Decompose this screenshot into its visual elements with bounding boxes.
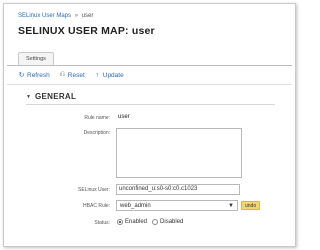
selinux-user-label: SELinux User: <box>78 187 110 193</box>
refresh-label: Refresh <box>27 71 50 79</box>
description-label: Description: <box>83 130 110 136</box>
update-label: Update <box>102 71 124 79</box>
reset-label: Reset <box>67 71 85 79</box>
status-option-enabled[interactable]: Enabled <box>117 219 147 225</box>
breadcrumb-current: user <box>81 13 94 19</box>
hbac-rule-select[interactable]: web_admin ▼ <box>116 200 238 211</box>
description-textarea[interactable] <box>116 128 242 178</box>
status-label: Status: <box>94 220 110 226</box>
toolbar-divider <box>7 84 292 85</box>
breadcrumb-separator: » <box>74 13 79 19</box>
hbac-rule-selected-value: web_admin <box>120 202 151 209</box>
selinux-user-input[interactable]: unconfined_u:s0-s0:c0.c1023 <box>116 184 240 195</box>
caret-down-icon: ▼ <box>228 202 234 209</box>
radio-disabled-icon[interactable] <box>152 219 159 225</box>
radio-enabled-icon[interactable] <box>117 219 123 225</box>
rule-name-label: Rule name: <box>84 115 110 121</box>
refresh-icon: ↻ <box>18 72 25 79</box>
status-option-disabled[interactable]: Disabled <box>152 219 183 225</box>
rule-name-value: user <box>118 114 130 120</box>
section-title: GENERAL <box>34 92 77 101</box>
update-icon: ↑ <box>95 71 100 79</box>
ui-window: SELinux User Maps » user SELINUX USER MA… <box>3 3 296 247</box>
hbac-rule-label: HBAC Rule: <box>83 203 110 209</box>
section-divider <box>26 104 275 105</box>
update-button[interactable]: ↑ Update <box>94 71 124 79</box>
section-header-general[interactable]: ▼ GENERAL <box>26 92 76 101</box>
status-option-disabled-label: Disabled <box>160 219 184 225</box>
page-title: SELINUX USER MAP: user <box>18 25 155 37</box>
reset-button[interactable]: ⎌ Reset <box>59 71 85 79</box>
status-radio-group: Enabled Disabled <box>117 219 183 225</box>
tab-bar: Settings <box>18 52 54 66</box>
breadcrumb-parent-link[interactable]: SELinux User Maps <box>18 13 71 19</box>
tab-settings[interactable]: Settings <box>18 52 54 66</box>
reset-icon: ⎌ <box>59 71 66 78</box>
breadcrumb: SELinux User Maps » user <box>18 13 93 19</box>
status-option-enabled-label: Enabled <box>125 219 148 225</box>
chevron-down-icon: ▼ <box>26 93 31 100</box>
undo-button[interactable]: undo <box>241 201 261 210</box>
tab-divider <box>7 65 292 66</box>
toolbar: ↻ Refresh ⎌ Reset ↑ Update <box>18 71 124 79</box>
refresh-button[interactable]: ↻ Refresh <box>18 71 50 80</box>
